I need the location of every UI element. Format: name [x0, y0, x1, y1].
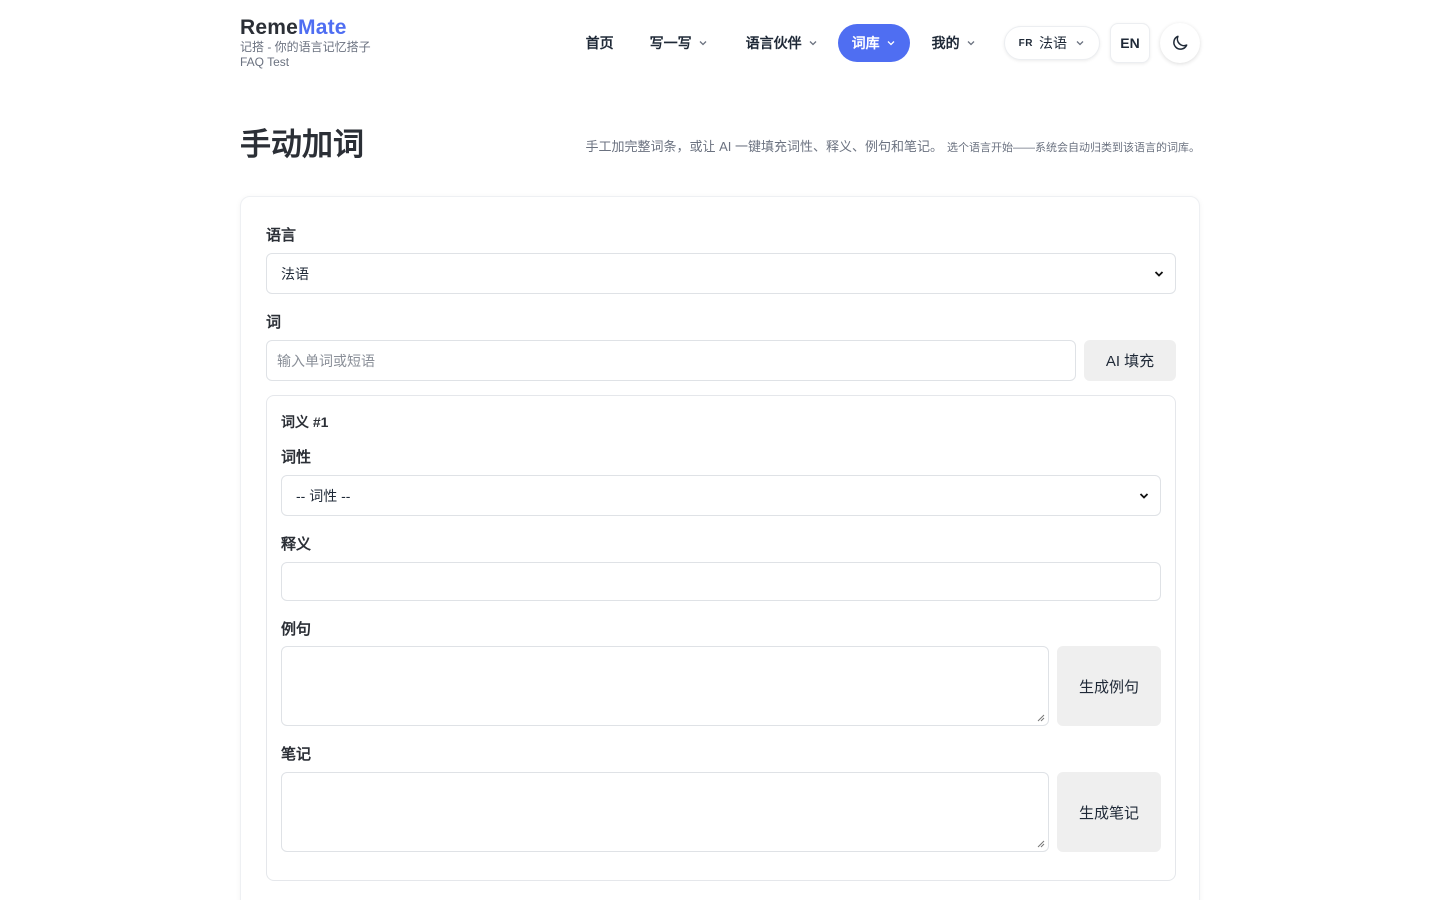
user-name: FAQ Test — [240, 55, 290, 69]
ai-fill-button[interactable]: AI 填充 — [1084, 340, 1176, 381]
header: RemeMate 记搭 - 你的语言记忆搭子 FAQ Test 首页 写一写 语… — [240, 0, 1200, 86]
pos-label: 词性 — [281, 449, 312, 466]
nav-vocab[interactable]: 词库 — [837, 24, 910, 62]
chevron-down-icon — [808, 38, 818, 48]
note-label: 笔记 — [281, 746, 312, 763]
ui-language-button[interactable]: EN — [1110, 23, 1150, 63]
language-name: 法语 — [1039, 35, 1067, 51]
pos-select[interactable]: -- 词性 -- — [281, 475, 1161, 516]
learning-language-selector[interactable]: FR 法语 — [1003, 26, 1100, 60]
chevron-down-icon — [886, 38, 896, 48]
nav-home[interactable]: 首页 — [572, 24, 628, 62]
page-header: 手动加词 手工加完整词条，或让 AI 一键填充词性、释义、例句和笔记。 选个语言开… — [240, 124, 1200, 168]
chevron-down-icon — [1153, 268, 1165, 280]
sense-block: 词义 #1 词性 -- 词性 -- 释义 例句 生成例句 笔记 生成笔记 — [266, 395, 1176, 881]
generate-example-button[interactable]: 生成例句 — [1057, 646, 1161, 726]
chevron-down-icon — [1138, 490, 1150, 502]
chevron-down-icon — [698, 38, 708, 48]
page-description: 手工加完整词条，或让 AI 一键填充词性、释义、例句和笔记。 选个语言开始——系统… — [585, 139, 1200, 154]
page-title: 手动加词 — [240, 127, 364, 162]
definition-input[interactable] — [281, 562, 1161, 601]
chevron-down-icon — [1075, 38, 1085, 48]
nav-write[interactable]: 写一写 — [636, 24, 722, 62]
chevron-down-icon — [966, 38, 976, 48]
word-input[interactable] — [266, 340, 1076, 381]
language-select[interactable]: 法语 — [266, 253, 1176, 294]
generate-note-button[interactable]: 生成笔记 — [1057, 772, 1161, 852]
nav-mine[interactable]: 我的 — [918, 24, 990, 62]
word-label: 词 — [266, 314, 282, 331]
note-textarea[interactable] — [281, 772, 1049, 852]
nav-partners[interactable]: 语言伙伴 — [732, 24, 832, 62]
example-label: 例句 — [281, 621, 312, 638]
sense-title: 词义 #1 — [281, 414, 329, 430]
definition-label: 释义 — [281, 536, 312, 553]
theme-toggle-button[interactable] — [1160, 23, 1200, 63]
add-word-form: 语言 法语 词 AI 填充 词义 #1 词性 -- 词性 -- 释义 例句 生成… — [240, 196, 1200, 900]
resize-handle-icon[interactable] — [1037, 714, 1045, 722]
brand[interactable]: RemeMate 记搭 - 你的语言记忆搭子 FAQ Test — [240, 16, 371, 70]
page-description-hint: 选个语言开始——系统会自动归类到该语言的词库。 — [947, 142, 1200, 154]
language-code: FR — [1018, 37, 1033, 49]
moon-icon — [1170, 33, 1190, 53]
brand-logo[interactable]: RemeMate — [240, 16, 371, 40]
example-textarea[interactable] — [281, 646, 1049, 726]
brand-tagline: 记搭 - 你的语言记忆搭子 — [240, 40, 371, 54]
main-nav: 首页 写一写 语言伙伴 词库 我的 FR 法语 EN — [572, 23, 1200, 63]
resize-handle-icon[interactable] — [1037, 840, 1045, 848]
language-label: 语言 — [266, 227, 297, 244]
